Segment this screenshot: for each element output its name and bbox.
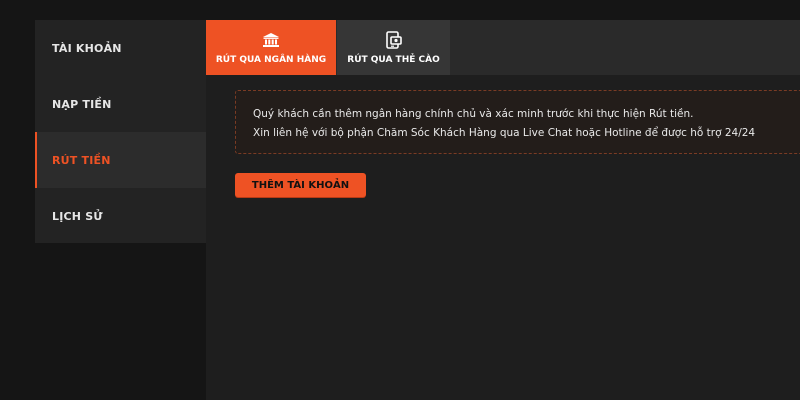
tab-label: RÚT QUA NGÂN HÀNG [215, 54, 327, 65]
notice-line: Quý khách cần thêm ngân hàng chính chủ v… [253, 108, 694, 120]
phone-card-icon [384, 30, 404, 49]
sidebar-item-deposit[interactable]: NẠP TIỀN [35, 76, 206, 132]
sidebar-item-label: NẠP TIỀN [52, 97, 112, 111]
tab-label: RÚT QUA THẺ CÀO [347, 54, 440, 65]
add-account-button[interactable]: THÊM TÀI KHOẢN [235, 173, 366, 197]
withdraw-panel: RÚT QUA NGÂN HÀNG RÚT QUA THẺ CÀO Quý kh… [206, 20, 800, 400]
sidebar-item-label: TÀI KHOẢN [52, 41, 122, 55]
bank-icon [261, 31, 281, 49]
notice-line: Xin liên hệ với bộ phận Chăm Sóc Khách H… [253, 127, 756, 139]
sidebar-item-withdraw[interactable]: RÚT TIỀN [35, 132, 206, 188]
sidebar-item-label: RÚT TIỀN [52, 153, 111, 167]
tab-bank-withdraw[interactable]: RÚT QUA NGÂN HÀNG [206, 20, 336, 75]
page: TÀI KHOẢN NẠP TIỀN RÚT TIỀN LỊCH SỬ RÚT … [0, 0, 800, 400]
sidebar-item-account[interactable]: TÀI KHOẢN [35, 20, 206, 76]
sidebar-item-history[interactable]: LỊCH SỬ [35, 188, 206, 244]
verification-notice: Quý khách cần thêm ngân hàng chính chủ v… [235, 90, 800, 154]
withdraw-method-tabs: RÚT QUA NGÂN HÀNG RÚT QUA THẺ CÀO [206, 20, 800, 75]
account-sidebar: TÀI KHOẢN NẠP TIỀN RÚT TIỀN LỊCH SỬ [35, 20, 206, 243]
tab-card-withdraw[interactable]: RÚT QUA THẺ CÀO [337, 20, 450, 75]
sidebar-item-label: LỊCH SỬ [52, 209, 103, 223]
